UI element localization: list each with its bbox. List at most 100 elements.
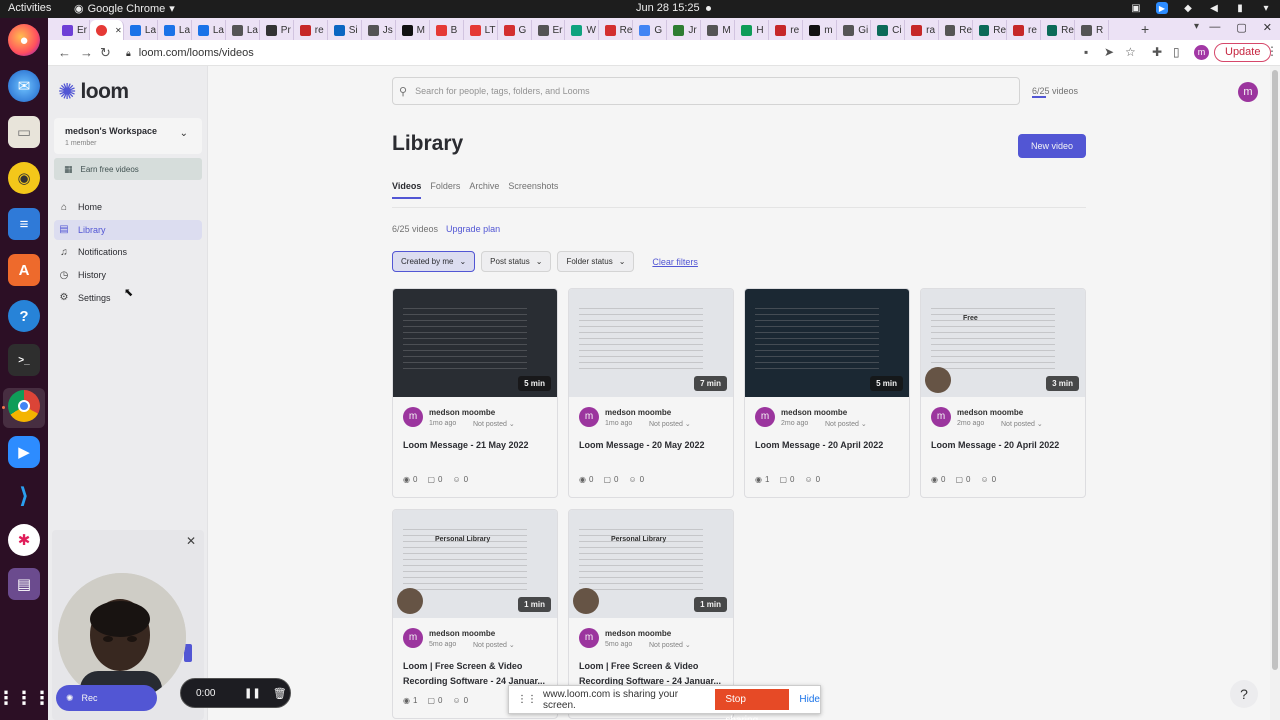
tab-videos[interactable]: Videos (392, 181, 422, 199)
minimize-icon[interactable]: — (1209, 21, 1220, 34)
tab-screenshots[interactable]: Screenshots (508, 181, 558, 191)
video-thumbnail[interactable]: 5 min (393, 289, 557, 397)
browser-tab[interactable]: Pr (260, 20, 294, 40)
video-editor-icon[interactable]: ▤ (8, 568, 40, 600)
browser-tab[interactable]: Er (56, 20, 90, 40)
video-thumbnail[interactable]: Personal Library 1 min (393, 510, 557, 618)
close-promo-icon[interactable]: ✕ (186, 534, 196, 548)
browser-tab[interactable]: M (396, 20, 430, 40)
files-icon[interactable]: ▭ (8, 116, 40, 148)
post-status-dropdown[interactable]: Not posted ⌄ (825, 420, 867, 428)
browser-tab[interactable]: La (192, 20, 226, 40)
browser-tab[interactable]: re (769, 20, 804, 40)
close-icon[interactable]: ✕ (1263, 21, 1272, 34)
maximize-icon[interactable]: ▢ (1236, 21, 1246, 34)
back-icon[interactable]: ← (58, 45, 71, 60)
clear-filters-link[interactable]: Clear filters (652, 257, 698, 267)
slack-icon[interactable]: ✱ (8, 524, 40, 556)
browser-tab[interactable]: B (430, 20, 464, 40)
video-card[interactable]: 7 min m medson moombe 1mo ago Not posted… (568, 288, 734, 498)
browser-tab[interactable]: W (565, 20, 600, 40)
browser-tab[interactable]: H (735, 20, 770, 40)
side-panel-icon[interactable]: ▯ (1173, 45, 1180, 59)
browser-tab[interactable]: La (158, 20, 192, 40)
zoom-icon[interactable]: ▶ (8, 436, 40, 468)
video-thumbnail[interactable]: Personal Library 1 min (569, 510, 733, 618)
browser-tab[interactable]: LT (464, 20, 498, 40)
profile-avatar[interactable]: m (1194, 45, 1209, 60)
post-status-dropdown[interactable]: Not posted ⌄ (1001, 420, 1043, 428)
filter-post-status[interactable]: Post status ⌄ (481, 251, 552, 272)
browser-tab[interactable]: Re (973, 20, 1008, 40)
post-status-dropdown[interactable]: Not posted ⌄ (649, 641, 691, 649)
browser-tab[interactable]: re (1007, 20, 1041, 40)
help-button[interactable]: ? (1230, 680, 1258, 708)
extensions-icon[interactable]: ✚ (1152, 45, 1162, 59)
record-button[interactable]: ✺ Rec (56, 685, 157, 711)
browser-tab[interactable]: Gi (837, 20, 872, 40)
earn-free-videos-button[interactable]: ▦ Earn free videos (54, 158, 202, 180)
forward-icon[interactable]: → (80, 45, 93, 60)
user-avatar[interactable]: m (1238, 82, 1258, 102)
video-title[interactable]: Loom Message - 20 April 2022 (755, 438, 905, 453)
post-status-dropdown[interactable]: Not posted ⌄ (473, 420, 515, 428)
vscode-icon[interactable]: ⟩ (8, 480, 40, 512)
post-status-dropdown[interactable]: Not posted ⌄ (473, 641, 515, 649)
new-tab-button[interactable]: + (1141, 21, 1149, 37)
filter-created-by-me[interactable]: Created by me ⌄ (392, 251, 476, 272)
app-menu[interactable]: ◉ Google Chrome ▾ (74, 2, 175, 16)
browser-tab[interactable]: La (124, 20, 158, 40)
loom-logo[interactable]: ✺ loom (58, 80, 129, 104)
browser-tab[interactable]: Re (599, 20, 634, 40)
sidebar-item-notifications[interactable]: ♫ Notifications (54, 242, 202, 262)
page-scrollbar[interactable] (1270, 66, 1280, 720)
camera-in-use-icon[interactable]: ▪ (1084, 45, 1088, 59)
video-title[interactable]: Loom Message - 21 May 2022 (403, 438, 553, 453)
browser-tab[interactable]: La (226, 20, 260, 40)
stop-sharing-button[interactable]: Stop sharing (715, 689, 790, 720)
sidebar-item-library[interactable]: ▤ Library (54, 219, 202, 240)
browser-tab[interactable]: Jr (667, 20, 702, 40)
video-thumbnail[interactable]: 5 min (745, 289, 909, 397)
browser-tab[interactable]: ✕ (89, 20, 124, 40)
video-quota-top[interactable]: 6/25 videos (1032, 86, 1078, 98)
software-icon[interactable]: A (8, 254, 40, 286)
video-card[interactable]: Free 3 min m medson moombe 2mo ago Not p… (920, 288, 1086, 498)
tab-folders[interactable]: Folders (430, 181, 460, 191)
browser-tab[interactable]: G (498, 20, 532, 40)
filter-folder-status[interactable]: Folder status ⌄ (557, 251, 635, 272)
video-card[interactable]: 5 min m medson moombe 2mo ago Not posted… (744, 288, 910, 498)
scrollbar-thumb[interactable] (1272, 70, 1278, 670)
clock[interactable]: Jun 28 15:25 (636, 2, 711, 14)
writer-icon[interactable]: ≡ (8, 208, 40, 240)
new-video-button[interactable]: New video (1018, 134, 1086, 158)
help-icon[interactable]: ? (8, 300, 40, 332)
bookmark-star-icon[interactable]: ☆ (1125, 45, 1136, 59)
rhythmbox-icon[interactable]: ◉ (8, 162, 40, 194)
video-title[interactable]: Loom Message - 20 May 2022 (579, 438, 729, 453)
post-status-dropdown[interactable]: Not posted ⌄ (649, 420, 691, 428)
browser-tab[interactable]: re (294, 20, 328, 40)
video-card[interactable]: 5 min m medson moombe 1mo ago Not posted… (392, 288, 558, 498)
activities-button[interactable]: Activities (8, 2, 51, 14)
system-tray[interactable]: ▣ ▶ ◆ ◀ ▮ ▾ (1130, 2, 1272, 14)
tab-search-icon[interactable]: ▾ (1194, 21, 1199, 32)
video-title[interactable]: Loom Message - 20 April 2022 (931, 438, 1081, 453)
browser-tab[interactable]: G (633, 20, 668, 40)
browser-tab[interactable]: Re (939, 20, 974, 40)
apps-grid-icon[interactable]: ⋮⋮⋮ (0, 682, 51, 714)
video-thumbnail[interactable]: Free 3 min (921, 289, 1085, 397)
terminal-icon[interactable]: >_ (8, 344, 40, 376)
browser-tab[interactable]: M (701, 20, 736, 40)
firefox-icon[interactable]: ● (8, 24, 40, 56)
send-tab-icon[interactable]: ➤ (1104, 45, 1114, 59)
more-menu-icon[interactable]: ⋮ (1266, 44, 1278, 58)
tab-archive[interactable]: Archive (469, 181, 499, 191)
thunderbird-icon[interactable]: ✉ (8, 70, 40, 102)
reload-icon[interactable]: ↻ (100, 45, 111, 61)
address-bar[interactable]: 🔒︎ loom.com/looms/videos (120, 43, 1120, 63)
workspace-switcher[interactable]: medson's Workspace 1 member ⌄ (54, 118, 202, 154)
sidebar-item-home[interactable]: ⌂ Home (54, 197, 202, 217)
browser-tab[interactable]: m (803, 20, 838, 40)
browser-tab[interactable]: Ci (871, 20, 906, 40)
